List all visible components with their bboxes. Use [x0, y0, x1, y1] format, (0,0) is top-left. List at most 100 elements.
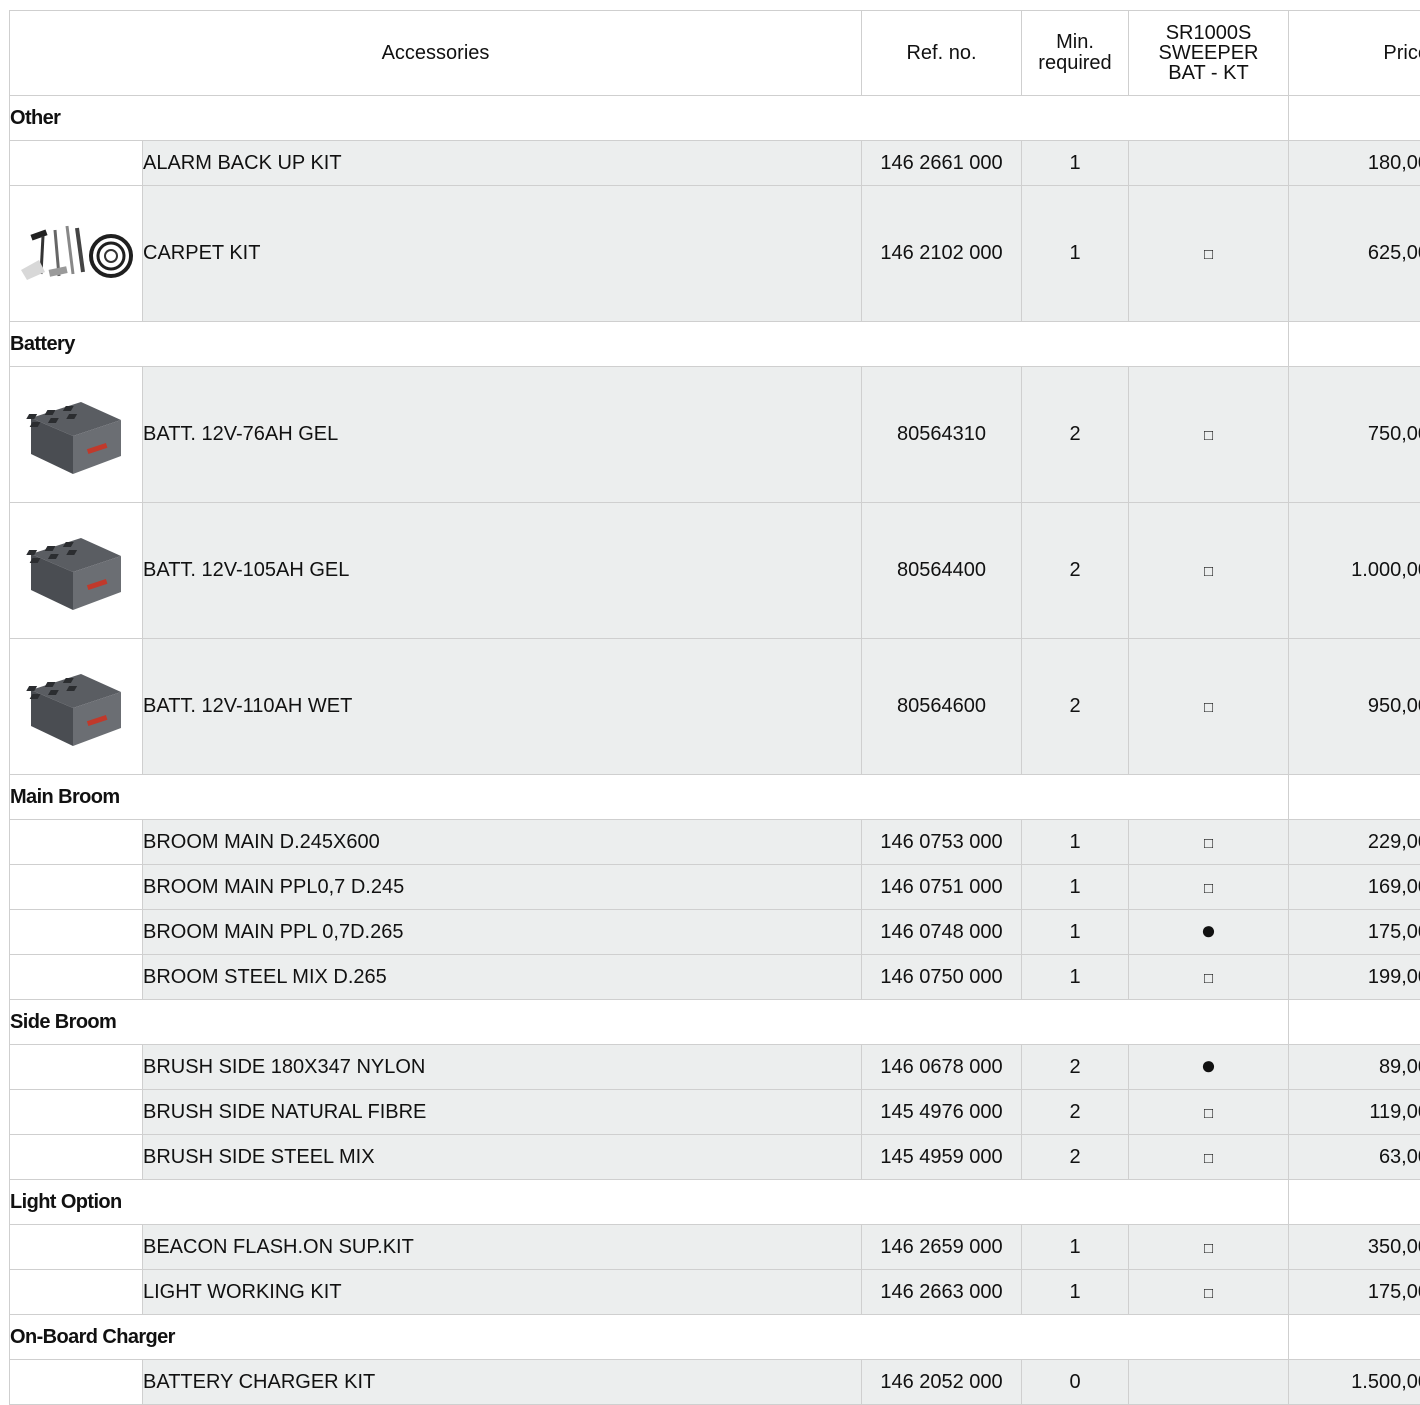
item-description: BROOM MAIN D.245X600: [142, 819, 862, 865]
item-price: 229,00: [1288, 819, 1420, 865]
item-description: ALARM BACK UP KIT: [142, 140, 862, 186]
item-kit-mark: □: [1128, 1089, 1289, 1135]
category-price-cell: [1288, 999, 1420, 1045]
item-description: BATT. 12V-105AH GEL: [142, 502, 862, 639]
battery-image: [26, 537, 121, 610]
item-image-cell: [9, 185, 143, 322]
item-ref-no: 146 2663 000: [861, 1269, 1022, 1315]
item-ref-no: 146 0748 000: [861, 909, 1022, 955]
item-kit-mark: □: [1128, 638, 1289, 775]
optional-square-icon: □: [1203, 1149, 1214, 1167]
item-row: BATT. 12V-76AH GEL 80564310 2 □ 750,00: [9, 366, 1420, 503]
item-ref-no: 146 0678 000: [861, 1044, 1022, 1090]
item-ref-no: 145 4959 000: [861, 1134, 1022, 1180]
item-row: BROOM MAIN D.245X600 146 0753 000 1 □ 22…: [9, 819, 1420, 865]
category-price-cell: [1288, 321, 1420, 367]
item-min-required: 0: [1021, 1359, 1129, 1405]
item-row: BATTERY CHARGER KIT 146 2052 000 0 1.500…: [9, 1359, 1420, 1405]
standard-dot-icon: ●: [1200, 1049, 1217, 1080]
item-ref-no: 80564600: [861, 638, 1022, 775]
table-body: Accessories Ref. no. Min. required SR100…: [9, 10, 1420, 1405]
min-required-header: Min. required: [1021, 10, 1129, 96]
item-price: 180,00: [1288, 140, 1420, 186]
item-kit-mark: □: [1128, 1224, 1289, 1270]
item-kit-mark: □: [1128, 185, 1289, 322]
item-image-cell: [9, 819, 143, 865]
item-image-cell: [9, 1269, 143, 1315]
item-ref-no: 145 4976 000: [861, 1089, 1022, 1135]
item-kit-mark: □: [1128, 864, 1289, 910]
item-min-required: 2: [1021, 1134, 1129, 1180]
item-description: CARPET KIT: [142, 185, 862, 322]
item-description: LIGHT WORKING KIT: [142, 1269, 862, 1315]
item-price: 1.500,00: [1288, 1359, 1420, 1405]
item-price: 350,00: [1288, 1224, 1420, 1270]
item-price: 199,00: [1288, 954, 1420, 1000]
item-ref-no: 146 2102 000: [861, 185, 1022, 322]
category-row: On-Board Charger: [9, 1314, 1420, 1360]
item-image-cell: [9, 909, 143, 955]
item-description: BRUSH SIDE STEEL MIX: [142, 1134, 862, 1180]
item-ref-no: 146 0750 000: [861, 954, 1022, 1000]
item-price: 169,00: [1288, 864, 1420, 910]
category-row: Battery: [9, 321, 1420, 367]
optional-square-icon: □: [1203, 1239, 1214, 1257]
item-min-required: 1: [1021, 185, 1129, 322]
item-image-cell: [9, 954, 143, 1000]
accessories-table: Accessories Ref. no. Min. required SR100…: [9, 10, 1420, 1405]
category-price-cell: [1288, 95, 1420, 141]
optional-square-icon: □: [1203, 563, 1214, 580]
item-ref-no: 146 2659 000: [861, 1224, 1022, 1270]
category-row: Light Option: [9, 1179, 1420, 1225]
item-description: BATTERY CHARGER KIT: [142, 1359, 862, 1405]
ref-no-header: Ref. no.: [861, 10, 1022, 96]
item-kit-mark: [1128, 1359, 1289, 1405]
item-price: 625,00: [1288, 185, 1420, 322]
carpet-kit-image: [21, 225, 133, 280]
category-name: Other: [9, 95, 1289, 141]
category-price-cell: [1288, 1314, 1420, 1360]
item-kit-mark: □: [1128, 502, 1289, 639]
item-min-required: 2: [1021, 1044, 1129, 1090]
kit-header-line-2: SWEEPER: [1158, 42, 1259, 64]
item-price: 175,00: [1288, 1269, 1420, 1315]
optional-square-icon: □: [1203, 879, 1214, 897]
category-price-cell: [1288, 774, 1420, 820]
item-image-cell: [9, 1089, 143, 1135]
item-min-required: 1: [1021, 864, 1129, 910]
item-min-required: 1: [1021, 1269, 1129, 1315]
optional-square-icon: □: [1203, 1284, 1214, 1302]
item-min-required: 2: [1021, 502, 1129, 639]
header-row: Accessories Ref. no. Min. required SR100…: [9, 10, 1420, 96]
item-ref-no: 146 0751 000: [861, 864, 1022, 910]
item-row: CARPET KIT 146 2102 000 1 □ 625,00: [9, 185, 1420, 322]
item-min-required: 2: [1021, 1089, 1129, 1135]
category-name: Battery: [9, 321, 1289, 367]
item-ref-no: 146 2052 000: [861, 1359, 1022, 1405]
item-row: BRUSH SIDE STEEL MIX 145 4959 000 2 □ 63…: [9, 1134, 1420, 1180]
item-price: 950,00: [1288, 638, 1420, 775]
item-price: 119,00: [1288, 1089, 1420, 1135]
category-row: Main Broom: [9, 774, 1420, 820]
item-min-required: 1: [1021, 954, 1129, 1000]
item-description: BATT. 12V-76AH GEL: [142, 366, 862, 503]
item-kit-mark: □: [1128, 819, 1289, 865]
item-image-cell: [9, 864, 143, 910]
category-name: Main Broom: [9, 774, 1289, 820]
item-price: 1.000,00: [1288, 502, 1420, 639]
item-ref-no: 80564310: [861, 366, 1022, 503]
item-min-required: 2: [1021, 638, 1129, 775]
item-image-cell: [9, 502, 143, 639]
item-description: BRUSH SIDE NATURAL FIBRE: [142, 1089, 862, 1135]
item-image-cell: [9, 1359, 143, 1405]
min-required-line-1: Min.: [1056, 31, 1094, 53]
item-row: BATT. 12V-105AH GEL 80564400 2 □ 1.000,0…: [9, 502, 1420, 639]
item-kit-mark: [1128, 140, 1289, 186]
item-kit-mark: ●: [1128, 909, 1289, 955]
item-kit-mark: □: [1128, 1134, 1289, 1180]
item-kit-mark: ●: [1128, 1044, 1289, 1090]
optional-square-icon: □: [1203, 246, 1214, 263]
item-description: BROOM STEEL MIX D.265: [142, 954, 862, 1000]
kit-header: SR1000S SWEEPER BAT - KT: [1128, 10, 1289, 96]
category-price-cell: [1288, 1179, 1420, 1225]
